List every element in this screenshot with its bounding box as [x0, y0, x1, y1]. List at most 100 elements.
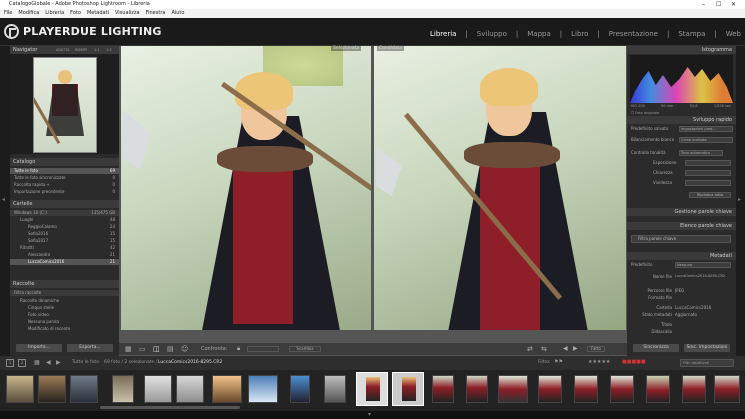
filmstrip-thumbnail[interactable]: [682, 375, 706, 403]
filmstrip-thumbnail[interactable]: [498, 375, 528, 403]
filmstrip-thumbnail[interactable]: [6, 375, 34, 403]
filmstrip-thumbnail[interactable]: [176, 375, 204, 403]
sync-settings-button[interactable]: Sinc. impostazioni: [684, 344, 730, 352]
color-label-filter[interactable]: ■■■■■: [622, 359, 646, 365]
filmstrip-thumbnail[interactable]: [38, 375, 66, 403]
monitor-2-icon[interactable]: 2: [18, 359, 26, 367]
collections-filter[interactable]: Filtra raccolte: [10, 290, 119, 296]
minimize-icon[interactable]: –: [702, 0, 705, 9]
compare-view-icon[interactable]: ◫: [153, 343, 160, 355]
original-photo-checkbox[interactable]: ☐ Foto originale: [631, 111, 659, 115]
survey-view-icon[interactable]: ▤: [167, 343, 174, 355]
filmstrip-thumbnail[interactable]: [574, 375, 598, 403]
make-select-icon[interactable]: ⇄: [527, 343, 533, 355]
filmstrip-thumbnail[interactable]: [466, 375, 488, 403]
histogram-header[interactable]: Istogramma: [627, 46, 736, 54]
auto-tone-button[interactable]: Tono automatico: [679, 150, 723, 156]
filmstrip-thumbnail[interactable]: [646, 375, 670, 403]
left-panel-toggle[interactable]: ◂: [0, 46, 10, 356]
filmstrip-thumbnail[interactable]: [290, 375, 310, 403]
white-balance-select[interactable]: Come scattata: [679, 137, 733, 143]
quick-develop-header[interactable]: Sviluppo rapido: [627, 116, 736, 124]
reset-all-button[interactable]: Ripristina tutto: [689, 192, 731, 198]
menu-help[interactable]: Aiuto: [171, 9, 184, 18]
menu-library[interactable]: Libreria: [45, 9, 64, 18]
module-map[interactable]: Mappa: [527, 30, 551, 38]
keyword-list-header[interactable]: Elenco parole chiave: [627, 222, 736, 230]
collection-item[interactable]: Raccolte dinamiche: [10, 298, 119, 304]
filmstrip-toggle[interactable]: ▾: [0, 411, 745, 419]
keyword-filter-input[interactable]: Filtra parole chiave: [631, 235, 731, 243]
close-icon[interactable]: ✕: [731, 0, 736, 9]
folders-header[interactable]: Cartelle: [10, 200, 119, 208]
forward-icon[interactable]: ▶: [56, 359, 61, 366]
filmstrip-thumbnail[interactable]: [610, 375, 634, 403]
folder-item[interactable]: Ritratti 42: [10, 245, 119, 251]
menu-metadata[interactable]: Metadati: [87, 9, 109, 18]
zoom-fill[interactable]: RIEMPI: [75, 46, 87, 54]
filmstrip-thumbnail[interactable]: [144, 375, 172, 403]
vibrance-stepper[interactable]: [685, 180, 731, 186]
maximize-icon[interactable]: ☐: [716, 0, 721, 9]
filmstrip-thumbnail[interactable]: [248, 375, 278, 403]
prev-icon[interactable]: ◀: [563, 343, 568, 355]
module-library[interactable]: Libreria: [430, 30, 456, 38]
filmstrip-thumbnail[interactable]: [432, 375, 454, 403]
folder-item[interactable]: Sofia2017 15: [10, 238, 119, 244]
filmstrip-thumbnail-selected[interactable]: [392, 372, 424, 406]
lock-icon[interactable]: 🔒︎: [237, 343, 240, 355]
histogram[interactable]: [630, 55, 733, 103]
zoom-fit[interactable]: ADATTA: [56, 46, 70, 54]
candidate-photo[interactable]: [374, 46, 626, 330]
collection-item[interactable]: Modificato di recente: [10, 326, 119, 332]
star-rating-filter[interactable]: ★★★★★: [588, 359, 610, 365]
module-web[interactable]: Web: [726, 30, 741, 38]
clarity-stepper[interactable]: [685, 170, 731, 176]
menu-window[interactable]: Finestra: [146, 9, 166, 18]
folder-item[interactable]: LuccaComics2016 21: [10, 259, 119, 265]
keyword-tagging-header[interactable]: Gestione parole chiave: [627, 208, 736, 216]
module-develop[interactable]: Sviluppo: [477, 30, 507, 38]
zoom-slider[interactable]: [247, 346, 279, 352]
navigator-header[interactable]: Navigator ADATTA RIEMPI 1:1 1:3: [10, 46, 119, 54]
menu-file[interactable]: File: [4, 9, 12, 18]
source-label[interactable]: Tutte le foto: [72, 360, 99, 365]
catalog-header[interactable]: Catalogo: [10, 158, 119, 166]
collection-item[interactable]: Nessuna parola: [10, 319, 119, 325]
filmstrip-thumbnail[interactable]: [70, 375, 98, 403]
filmstrip-thumbnail[interactable]: [112, 375, 134, 403]
folder-item[interactable]: Luoghi 48: [10, 217, 119, 223]
filmstrip-thumbnail[interactable]: [714, 375, 740, 403]
module-slideshow[interactable]: Presentazione: [609, 30, 658, 38]
drive-row[interactable]: Windows 10 (C:) 135/475 GB: [10, 210, 119, 216]
module-book[interactable]: Libro: [571, 30, 588, 38]
back-icon[interactable]: ◀: [46, 359, 51, 366]
menu-edit[interactable]: Modifica: [18, 9, 39, 18]
import-button[interactable]: Importa...: [16, 344, 62, 352]
catalog-item[interactable]: Tutte le foto 69: [10, 168, 119, 174]
folder-item[interactable]: ReggioCalamo 24: [10, 224, 119, 230]
catalog-item[interactable]: Importazione precedente 0: [10, 189, 119, 195]
zoom-1-3[interactable]: 1:3: [106, 46, 112, 54]
right-panel-toggle[interactable]: ▸: [736, 46, 745, 356]
sync-metadata-button[interactable]: Sincronizza: [633, 344, 679, 352]
module-print[interactable]: Stampa: [678, 30, 705, 38]
monitor-1-icon[interactable]: 1: [6, 359, 14, 367]
preset-select[interactable]: Impostazioni pred...: [679, 126, 733, 132]
collection-item[interactable]: Foto video: [10, 312, 119, 318]
folder-item[interactable]: Sofia2016 15: [10, 231, 119, 237]
zoom-1-1[interactable]: 1:1: [94, 46, 100, 54]
swap-button[interactable]: Scambia: [289, 346, 321, 352]
people-view-icon[interactable]: ☺: [181, 343, 188, 355]
metadata-header[interactable]: Metadati: [627, 252, 736, 260]
filmstrip-thumbnail[interactable]: [324, 375, 346, 403]
done-button[interactable]: Fatto: [587, 346, 605, 352]
collection-item[interactable]: Cinque stelle: [10, 305, 119, 311]
catalog-item[interactable]: Raccolta rapida + 0: [10, 182, 119, 188]
menu-photo[interactable]: Foto: [70, 9, 81, 18]
next-icon[interactable]: ▶: [573, 343, 578, 355]
metadata-preset-select[interactable]: Nessuno: [675, 262, 731, 268]
flag-filter-icon[interactable]: ⚑⚑: [554, 359, 563, 365]
grid-view-icon[interactable]: ▦: [125, 343, 132, 355]
filter-select[interactable]: Filtri disattivati: [680, 359, 734, 367]
